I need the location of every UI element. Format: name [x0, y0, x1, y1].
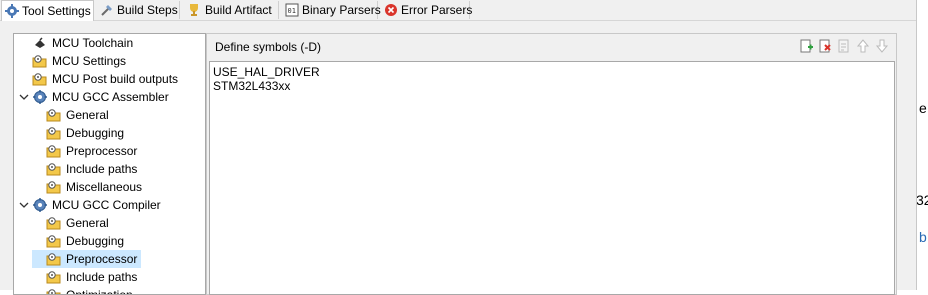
tree-item-label: Debugging	[66, 126, 125, 140]
list-item[interactable]: USE_HAL_DRIVER	[213, 65, 320, 79]
tree-item[interactable]: Preprocessor	[32, 250, 142, 268]
tab-bar: Tool Settings Build Steps Build Artifact…	[0, 0, 916, 21]
define-symbols-panel: Define symbols (-D) USE_HAL_DRIVER STM32…	[206, 33, 897, 295]
list-item[interactable]: STM32L433xx	[213, 79, 290, 93]
tab-label: Build Artifact	[205, 3, 272, 17]
tab-label: Build Steps	[117, 3, 178, 17]
settings-content: MCU Toolchain MCU Settings MCU Post build …	[0, 21, 916, 295]
settings-folder-icon	[32, 53, 48, 69]
tree-item-label: MCU Post build outputs	[52, 72, 179, 86]
tree-item-label: Optimization	[66, 288, 133, 295]
tab-build-artifact[interactable]: Build Artifact	[183, 1, 279, 19]
error-icon	[384, 2, 398, 18]
settings-folder-icon	[46, 143, 62, 159]
settings-tree[interactable]: MCU Toolchain MCU Settings MCU Post build …	[13, 33, 206, 295]
settings-folder-icon	[46, 269, 62, 285]
tool-gear-icon	[32, 197, 48, 213]
tree-item-label: MCU Settings	[52, 54, 127, 68]
tab-tool-settings[interactable]: Tool Settings	[1, 0, 94, 21]
panel-toolbar	[798, 38, 890, 54]
tool-gear-icon	[32, 89, 48, 105]
tree-item[interactable]: Optimization	[32, 286, 133, 295]
tab-label: Binary Parsers	[302, 3, 381, 17]
tab-error-parsers[interactable]: Error Parsers	[381, 1, 473, 19]
tree-item[interactable]: Include paths	[32, 268, 137, 286]
svg-text:01: 01	[288, 7, 296, 15]
tree-item-label: General	[66, 108, 109, 122]
tree-item[interactable]: General	[32, 106, 109, 124]
tree-item-label: Debugging	[66, 234, 125, 248]
panel-title: Define symbols (-D)	[215, 40, 322, 54]
edge-fragment: e	[919, 100, 927, 116]
tree-item-label: Preprocessor	[66, 252, 138, 266]
tree-item[interactable]: Miscellaneous	[32, 178, 142, 196]
settings-folder-icon	[46, 125, 62, 141]
symbols-list[interactable]: USE_HAL_DRIVER STM32L433xx	[209, 61, 895, 295]
tree-item[interactable]: Preprocessor	[32, 142, 137, 160]
edge-fragment: 32	[916, 192, 928, 208]
tree-item[interactable]: General	[32, 214, 109, 232]
move-up-icon[interactable]	[855, 38, 871, 54]
settings-folder-icon	[46, 251, 62, 267]
build-steps-icon	[100, 2, 114, 18]
trophy-icon	[186, 2, 202, 18]
chevron-down-icon[interactable]	[18, 199, 30, 211]
tree-item-label: MCU GCC Compiler	[52, 198, 161, 212]
tree-item-label: General	[66, 216, 109, 230]
tab-label: Tool Settings	[22, 4, 91, 18]
settings-folder-icon	[46, 215, 62, 231]
tab-binary-parsers[interactable]: 01 Binary Parsers	[282, 1, 381, 19]
tree-item[interactable]: MCU Post build outputs	[18, 70, 178, 88]
tree-item-label: MCU GCC Assembler	[52, 90, 169, 104]
chip-icon	[32, 35, 48, 51]
settings-folder-icon	[46, 179, 62, 195]
settings-folder-icon	[46, 161, 62, 177]
settings-folder-icon	[32, 71, 48, 87]
background-window-edge: e 32 b	[916, 0, 928, 290]
tool-settings-icon	[5, 3, 19, 19]
settings-folder-icon	[46, 107, 62, 123]
tree-item[interactable]: MCU GCC Compiler	[18, 196, 161, 214]
tree-item[interactable]: Include paths	[32, 160, 137, 178]
tree-item-label: Miscellaneous	[66, 180, 143, 194]
tree-item-label: Include paths	[66, 162, 138, 176]
tree-item[interactable]: Debugging	[32, 232, 124, 250]
tree-item-label: Preprocessor	[66, 144, 138, 158]
move-down-icon[interactable]	[874, 38, 890, 54]
tree-item-label: MCU Toolchain	[52, 36, 134, 50]
edge-fragment: b	[919, 229, 927, 245]
tree-item-label: Include paths	[66, 270, 138, 284]
tab-label: Error Parsers	[401, 3, 473, 17]
settings-folder-icon	[46, 287, 62, 294]
tree-item[interactable]: MCU Settings	[18, 52, 126, 70]
tree-item[interactable]: MCU Toolchain	[18, 34, 133, 52]
settings-folder-icon	[46, 233, 62, 249]
delete-symbol-icon[interactable]	[817, 38, 833, 54]
tab-build-steps[interactable]: Build Steps	[97, 1, 180, 19]
binary-icon: 01	[285, 2, 299, 18]
edit-symbol-icon[interactable]	[836, 38, 852, 54]
add-symbol-icon[interactable]	[798, 38, 814, 54]
tree-item[interactable]: Debugging	[32, 124, 124, 142]
tree-item[interactable]: MCU GCC Assembler	[18, 88, 169, 106]
chevron-down-icon[interactable]	[18, 91, 30, 103]
